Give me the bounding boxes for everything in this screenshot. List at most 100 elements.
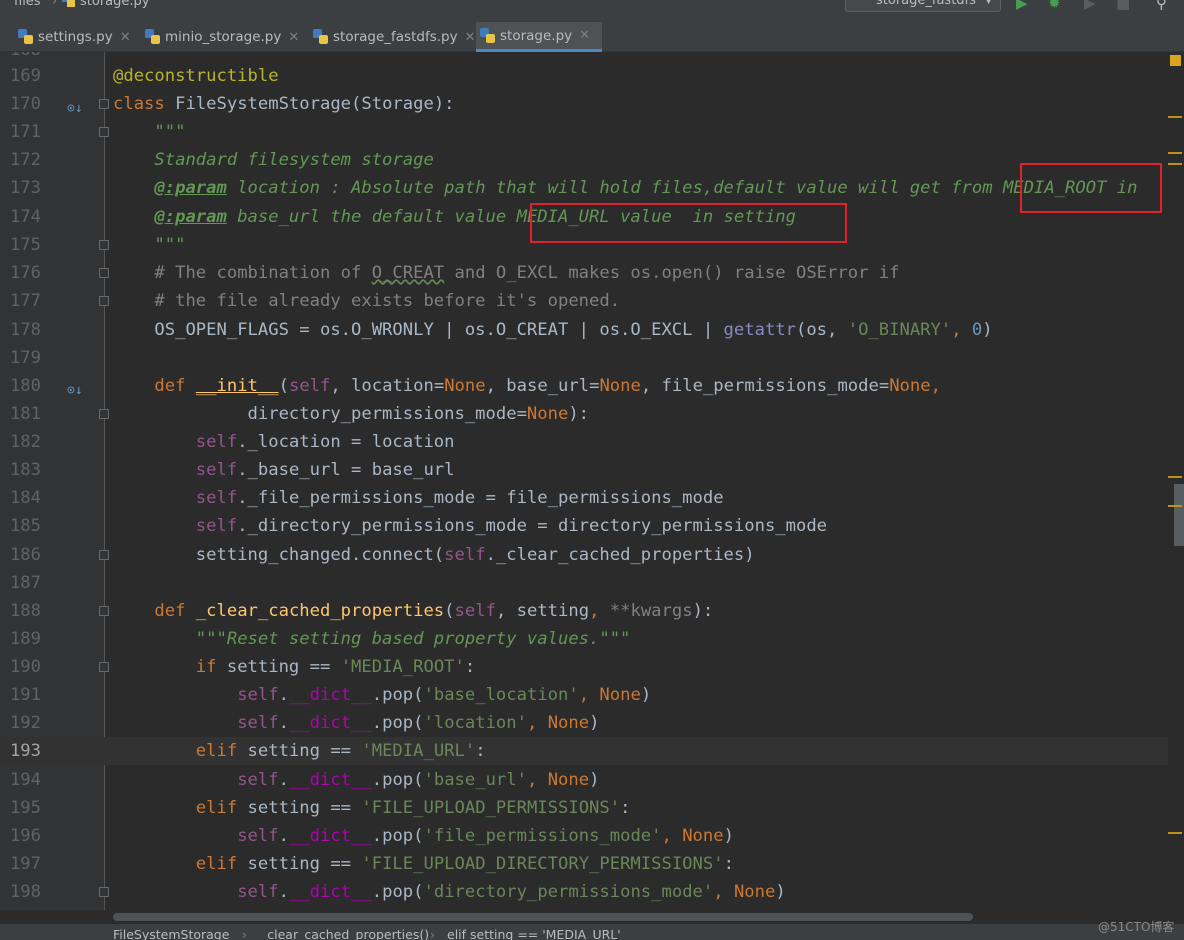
code-line[interactable]: 178 OS_OPEN_FLAGS = os.O_WRONLY | os.O_C…: [0, 316, 1168, 344]
dunder-attr: __dict__: [288, 713, 372, 733]
code-text: setting ==: [237, 798, 362, 818]
code-line[interactable]: 182 self._location = location: [0, 428, 1168, 456]
docstring: base_url the default value: [226, 207, 517, 227]
code-text: ,: [526, 770, 548, 790]
line-number: 192: [9, 713, 41, 733]
line-number: 189: [9, 629, 41, 649]
close-icon[interactable]: ✕: [579, 28, 590, 43]
code-line[interactable]: 173 @:param location : Absolute path tha…: [0, 174, 1168, 202]
code-line[interactable]: 177 # the file already exists before it'…: [0, 287, 1168, 315]
close-icon[interactable]: ✕: [465, 30, 476, 45]
fold-icon[interactable]: [99, 887, 109, 897]
warning-marker[interactable]: [1168, 152, 1182, 154]
line-number: 173: [9, 178, 41, 198]
line-number: 179: [9, 348, 41, 368]
fold-icon[interactable]: [99, 606, 109, 616]
docstring: location : Absolute path that will hold …: [226, 178, 1003, 198]
close-icon[interactable]: ✕: [288, 30, 299, 45]
doc-tag: @:param: [154, 178, 227, 198]
code-line[interactable]: 169 @deconstructible: [0, 62, 1168, 90]
scrollbar-thumb[interactable]: [1174, 484, 1184, 546]
code-line[interactable]: 192 self.__dict__.pop('location', None): [0, 709, 1168, 737]
search-icon[interactable]: ⚲: [1156, 0, 1167, 12]
tab-settings-py[interactable]: settings.py ✕: [14, 22, 131, 52]
warning-marker[interactable]: [1170, 55, 1181, 66]
warning-marker[interactable]: [1168, 163, 1182, 165]
fold-icon[interactable]: [99, 409, 109, 419]
fold-icon[interactable]: [99, 99, 109, 109]
code-line[interactable]: 186 setting_changed.connect(self._clear_…: [0, 541, 1168, 569]
line-number: 185: [9, 516, 41, 536]
breadcrumb-item-method[interactable]: _clear_cached_properties(): [261, 927, 429, 940]
code-line[interactable]: 198 self.__dict__.pop('directory_permiss…: [0, 878, 1168, 906]
code-text: , base_url=: [485, 376, 600, 396]
code-line[interactable]: 190 if setting == 'MEDIA_ROOT':: [0, 653, 1168, 681]
error-stripe[interactable]: [1168, 52, 1184, 910]
stop-icon[interactable]: ■: [1116, 0, 1130, 12]
warning-marker[interactable]: [1168, 116, 1182, 118]
tab-label: settings.py: [38, 29, 113, 45]
code-line[interactable]: 170 ⊙↓ class FileSystemStorage(Storage):: [0, 90, 1168, 118]
run-configuration-select[interactable]: storage_fastdfs ▼: [845, 0, 1001, 12]
fold-icon[interactable]: [99, 127, 109, 137]
code-line[interactable]: 183 self._base_url = base_url: [0, 456, 1168, 484]
debug-icon[interactable]: ✹: [1048, 0, 1061, 12]
code-text: ): [775, 882, 786, 902]
code-line[interactable]: 188 def _clear_cached_properties(self, s…: [0, 597, 1168, 625]
code-line[interactable]: 196 self.__dict__.pop('file_permissions_…: [0, 822, 1168, 850]
python-file-icon: [313, 29, 328, 45]
chevron-right-icon: ›: [52, 0, 58, 9]
none-keyword: None: [599, 685, 641, 705]
tab-label: minio_storage.py: [165, 29, 282, 45]
tab-storage-py[interactable]: storage.py ✕: [476, 22, 603, 52]
close-icon[interactable]: ✕: [120, 30, 131, 45]
breadcrumb-item-branch[interactable]: elif setting == 'MEDIA_URL': [447, 927, 621, 940]
code-line[interactable]: 187: [0, 569, 1168, 597]
dunder-attr: __dict__: [288, 882, 372, 902]
code-text: .pop(: [371, 713, 424, 733]
self-keyword: self: [237, 770, 279, 790]
code-text: .: [278, 826, 289, 846]
docstring: Standard filesystem storage: [154, 150, 434, 170]
code-line[interactable]: 179: [0, 344, 1168, 372]
warning-marker[interactable]: [1168, 832, 1182, 834]
code-line[interactable]: 176 # The combination of O_CREAT and O_E…: [0, 259, 1168, 287]
code-line-current[interactable]: 193 elif setting == 'MEDIA_URL':: [0, 737, 1168, 765]
fold-icon[interactable]: [99, 240, 109, 250]
code-line[interactable]: 194 self.__dict__.pop('base_url', None): [0, 766, 1168, 794]
fold-icon[interactable]: [99, 296, 109, 306]
code-text: , file_permissions_mode=: [640, 376, 890, 396]
nav-crumb-file[interactable]: storage.py: [80, 0, 149, 9]
code-line[interactable]: 191 self.__dict__.pop('base_location', N…: [0, 681, 1168, 709]
fold-icon[interactable]: [99, 268, 109, 278]
scrollbar-thumb[interactable]: [113, 913, 973, 921]
code-line[interactable]: 185 self._directory_permissions_mode = d…: [0, 512, 1168, 540]
run-coverage-icon[interactable]: ▶: [1084, 0, 1096, 12]
code-line[interactable]: 189 """Reset setting based property valu…: [0, 625, 1168, 653]
code-editor[interactable]: 168 169 @deconstructible 170 ⊙↓ class Fi…: [0, 52, 1184, 910]
tab-storage-fastdfs-py[interactable]: storage_fastdfs.py ✕: [309, 22, 476, 52]
breadcrumb-item-class[interactable]: FileSystemStorage: [113, 927, 229, 940]
code-line[interactable]: 172 Standard filesystem storage: [0, 146, 1168, 174]
fold-icon[interactable]: [99, 662, 109, 672]
code-line[interactable]: 195 elif setting == 'FILE_UPLOAD_PERMISS…: [0, 794, 1168, 822]
code-line[interactable]: 184 self._file_permissions_mode = file_p…: [0, 484, 1168, 512]
line-number: 184: [9, 488, 41, 508]
tab-minio-storage-py[interactable]: minio_storage.py ✕: [141, 22, 299, 52]
code-text: ): [589, 770, 600, 790]
fold-icon[interactable]: [99, 550, 109, 560]
code-line[interactable]: 197 elif setting == 'FILE_UPLOAD_DIRECTO…: [0, 850, 1168, 878]
code-line[interactable]: 180 ⊙↓ def __init__(self, location=None,…: [0, 372, 1168, 400]
number: 0: [971, 320, 983, 340]
line-number: 187: [9, 573, 41, 593]
python-file-icon: [480, 27, 495, 44]
code-line[interactable]: 181 directory_permissions_mode=None):: [0, 400, 1168, 428]
code-text: .: [278, 685, 289, 705]
warning-marker[interactable]: [1168, 505, 1182, 507]
run-icon[interactable]: ▶: [1016, 0, 1028, 12]
horizontal-scrollbar[interactable]: [105, 910, 1184, 924]
warning-marker[interactable]: [1168, 476, 1182, 478]
nav-crumb-project[interactable]: files: [14, 0, 41, 9]
python-file-icon: [18, 29, 33, 45]
code-line[interactable]: 171 """: [0, 118, 1168, 146]
